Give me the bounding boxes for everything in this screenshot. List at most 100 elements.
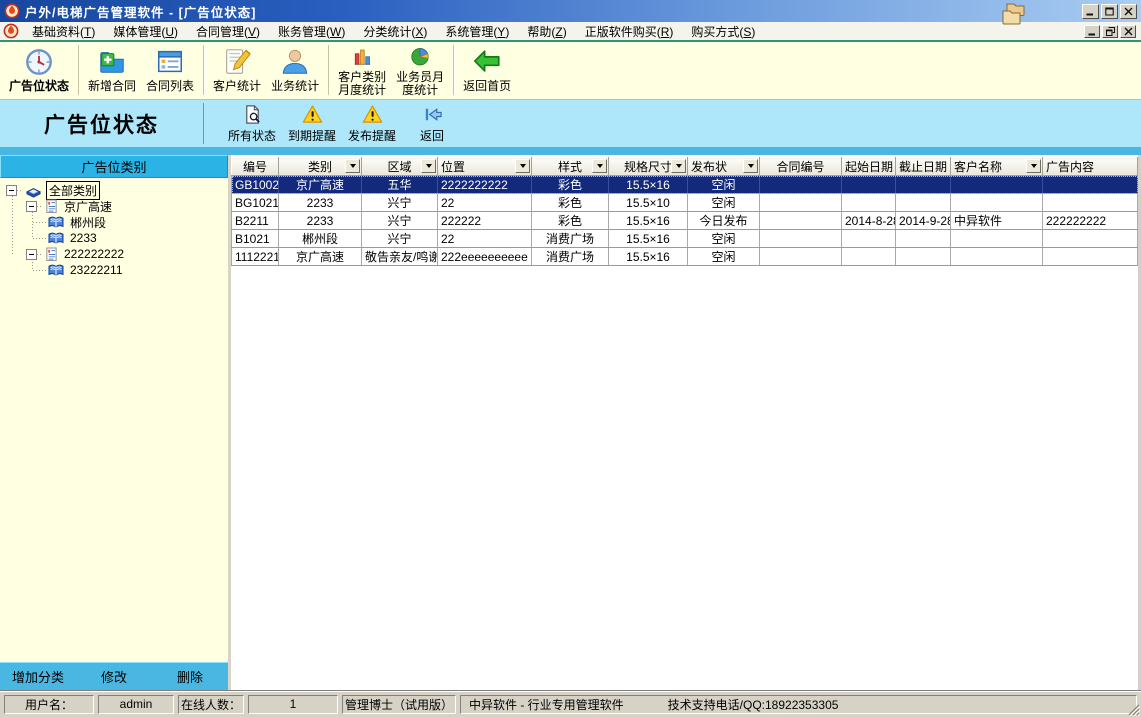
mdi-close-button[interactable] xyxy=(1120,25,1136,38)
toolbar-button[interactable]: 业务统计 xyxy=(266,43,324,97)
filter-dropdown-button[interactable] xyxy=(421,159,436,173)
table-row[interactable]: GB1002京广高速五华2222222222彩色15.5×16空闲 xyxy=(232,176,1138,194)
menu-item-label: 合同管理( xyxy=(196,25,248,39)
subheader-button[interactable]: 返回 xyxy=(402,102,462,145)
column-header[interactable]: 位置 xyxy=(438,158,532,176)
column-header[interactable]: 发布状 xyxy=(688,158,760,176)
menu-item-R[interactable]: 正版软件购买(R) xyxy=(576,22,683,41)
menu-item-V[interactable]: 合同管理(V) xyxy=(187,22,269,41)
minimize-button[interactable] xyxy=(1082,4,1099,19)
menu-item-S[interactable]: 购买方式(S) xyxy=(682,22,764,41)
toolbar-button[interactable]: 客户统计 xyxy=(208,43,266,97)
folders-shortcut-icon[interactable] xyxy=(1000,1,1027,28)
chevron-down-icon xyxy=(520,164,526,168)
cell: 兴宁 xyxy=(362,194,438,212)
menu-item-Y[interactable]: 系统管理(Y) xyxy=(436,22,518,41)
return-arrow-icon xyxy=(422,104,443,126)
tree-item[interactable]: 222222222 xyxy=(0,246,228,262)
cell: 15.5×16 xyxy=(609,248,688,266)
table-row[interactable]: BG10212233兴宁22彩色15.5×10空闲 xyxy=(232,194,1138,212)
table-row[interactable]: 1112221京广高速敬告亲友/鸣谢222eeeeeeeeee消费广场15.5×… xyxy=(232,248,1138,266)
column-header[interactable]: 类别 xyxy=(279,158,362,176)
cell xyxy=(951,194,1043,212)
edit-category-button[interactable]: 修改 xyxy=(76,667,152,686)
column-header[interactable]: 客户名称 xyxy=(951,158,1043,176)
cell xyxy=(1043,248,1138,266)
add-category-button[interactable]: 增加分类 xyxy=(0,667,76,686)
filter-dropdown-button[interactable] xyxy=(515,159,530,173)
subheader-button-label: 所有状态 xyxy=(228,127,276,144)
column-header[interactable]: 合同编号 xyxy=(760,158,842,176)
menu-item-label: 正版软件购买( xyxy=(585,25,661,39)
home-back-icon xyxy=(472,46,502,78)
column-header[interactable]: 规格尺寸 xyxy=(609,158,688,176)
cell: 15.5×16 xyxy=(609,176,688,194)
filter-dropdown-button[interactable] xyxy=(671,159,686,173)
column-header[interactable]: 起始日期 xyxy=(842,158,896,176)
tree-connector xyxy=(37,206,43,207)
menu-item-W[interactable]: 账务管理(W) xyxy=(269,22,354,41)
column-header-label: 广告内容 xyxy=(1046,160,1094,174)
tree-item[interactable]: 全部类别 xyxy=(0,182,228,198)
close-icon xyxy=(1124,27,1133,36)
filter-dropdown-button[interactable] xyxy=(345,159,360,173)
close-button[interactable] xyxy=(1120,4,1137,19)
tree-connector xyxy=(17,190,23,191)
tree-item[interactable]: 郴州段 xyxy=(0,214,228,230)
add-contract-icon xyxy=(97,46,127,78)
table-row[interactable]: B1021郴州段兴宁22消费广场15.5×16空闲 xyxy=(232,230,1138,248)
maximize-button[interactable] xyxy=(1101,4,1118,19)
cell: 222eeeeeeeeee xyxy=(438,248,532,266)
cell: 彩色 xyxy=(532,176,609,194)
mdi-minimize-button[interactable] xyxy=(1084,25,1100,38)
toolbar-button[interactable]: 客户类别 月度统计 xyxy=(333,43,391,97)
filter-dropdown-button[interactable] xyxy=(1026,159,1041,173)
cell xyxy=(760,194,842,212)
column-header[interactable]: 广告内容 xyxy=(1043,158,1138,176)
status-username-label: 用户名： xyxy=(4,695,94,714)
tree-expander-minus[interactable] xyxy=(26,249,37,260)
toolbar-button-label: 业务统计 xyxy=(271,80,319,93)
menu-item-label: 系统管理( xyxy=(445,25,497,39)
tree-connector xyxy=(33,270,46,271)
bar-chart-icon xyxy=(350,43,374,69)
column-header[interactable]: 样式 xyxy=(532,158,609,176)
cell: 敬告亲友/鸣谢 xyxy=(362,248,438,266)
toolbar-button[interactable]: 合同列表 xyxy=(141,43,199,97)
column-header[interactable]: 截止日期 xyxy=(896,158,951,176)
menu-item-Z[interactable]: 帮助(Z) xyxy=(518,22,575,41)
delete-category-button[interactable]: 删除 xyxy=(152,667,228,686)
toolbar-button[interactable]: 广告位状态 xyxy=(4,43,74,97)
tree-expander-minus[interactable] xyxy=(26,201,37,212)
cell xyxy=(842,230,896,248)
toolbar-button-label: 客户类别 月度统计 xyxy=(338,71,386,97)
tree-item[interactable]: 京广高速 xyxy=(0,198,228,214)
menu-item-T[interactable]: 基础资料(T) xyxy=(23,22,104,41)
tree-item[interactable]: 23222211 xyxy=(0,262,228,278)
tree-expander-minus[interactable] xyxy=(6,185,17,196)
subheader-button[interactable]: 发布提醒 xyxy=(342,102,402,145)
filter-dropdown-button[interactable] xyxy=(743,159,758,173)
column-header-label: 样式 xyxy=(558,160,582,174)
column-header[interactable]: 区域 xyxy=(362,158,438,176)
resize-grip-icon[interactable] xyxy=(1127,703,1140,716)
menu-item-X[interactable]: 分类统计(X) xyxy=(354,22,436,41)
toolbar-separator xyxy=(328,45,329,95)
window-title: 户外/电梯广告管理软件 - [广告位状态] xyxy=(25,2,256,21)
column-header[interactable]: 编号 xyxy=(232,158,279,176)
warning-icon xyxy=(302,104,323,126)
subheader-button[interactable]: 到期提醒 xyxy=(282,102,342,145)
cell: 今日发布 xyxy=(688,212,760,230)
subheader-button[interactable]: 所有状态 xyxy=(222,102,282,145)
toolbar-button[interactable]: 新增合同 xyxy=(83,43,141,97)
toolbar-button[interactable]: 返回首页 xyxy=(458,43,516,97)
mdi-restore-button[interactable] xyxy=(1102,25,1118,38)
table-row[interactable]: B22112233兴宁222222彩色15.5×16今日发布2014-8-282… xyxy=(232,212,1138,230)
cell xyxy=(951,176,1043,194)
menu-item-U[interactable]: 媒体管理(U) xyxy=(104,22,187,41)
tree-item[interactable]: 2233 xyxy=(0,230,228,246)
toolbar-button[interactable]: 业务员月 度统计 xyxy=(391,43,449,97)
column-header-label: 合同编号 xyxy=(776,160,824,174)
document-icon xyxy=(45,247,58,262)
filter-dropdown-button[interactable] xyxy=(592,159,607,173)
